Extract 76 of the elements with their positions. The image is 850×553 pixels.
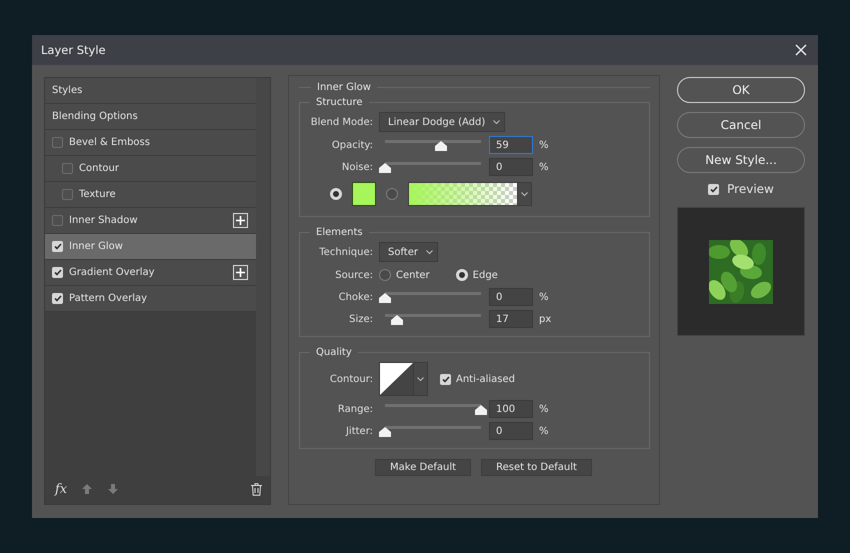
section-title: Quality bbox=[315, 347, 353, 358]
radio-button[interactable] bbox=[379, 269, 391, 281]
blend-mode-dropdown[interactable]: Linear Dodge (Add) bbox=[379, 112, 506, 132]
field-label: Contour: bbox=[328, 374, 373, 384]
field-label: Source: bbox=[334, 270, 373, 280]
close-button[interactable] bbox=[794, 43, 808, 57]
value-field[interactable]: 0 bbox=[489, 158, 533, 176]
gradient-swatch[interactable] bbox=[409, 183, 517, 205]
radio-button[interactable] bbox=[386, 188, 398, 200]
move-up-button[interactable] bbox=[81, 483, 94, 495]
default-button[interactable]: Reset to Default bbox=[481, 459, 592, 476]
style-list-item[interactable]: Styles bbox=[45, 78, 256, 104]
checkbox[interactable] bbox=[62, 163, 73, 174]
style-list-item[interactable]: Pattern Overlay bbox=[45, 286, 256, 312]
add-button[interactable] bbox=[233, 265, 248, 280]
style-list-item[interactable]: Texture bbox=[45, 182, 256, 208]
value-field[interactable]: 0 bbox=[489, 422, 533, 440]
unit-label: % bbox=[539, 404, 549, 414]
unit-label: % bbox=[539, 140, 549, 150]
slider-thumb[interactable] bbox=[475, 405, 487, 415]
slider-thumb[interactable] bbox=[379, 427, 391, 437]
dialog-button[interactable]: New Style... bbox=[677, 147, 805, 173]
trash-icon[interactable] bbox=[251, 482, 262, 496]
slider-label: Size: bbox=[348, 314, 373, 324]
unit-label: % bbox=[539, 426, 549, 436]
add-button[interactable] bbox=[233, 213, 248, 228]
slider-label: Opacity: bbox=[330, 140, 373, 150]
unit-label: % bbox=[539, 162, 549, 172]
slider-thumb[interactable] bbox=[390, 315, 403, 325]
fx-button[interactable]: fx bbox=[55, 482, 68, 496]
style-list-item[interactable]: Bevel & Emboss bbox=[45, 130, 256, 156]
caret-icon bbox=[493, 120, 500, 124]
section-title: Structure bbox=[315, 97, 364, 108]
section-title: Elements bbox=[315, 227, 364, 238]
slider-label: Jitter: bbox=[344, 426, 373, 436]
style-list-item[interactable]: Inner Shadow bbox=[45, 208, 256, 234]
color-swatch[interactable] bbox=[352, 182, 376, 206]
slider-thumb[interactable] bbox=[379, 293, 391, 303]
style-list-item[interactable]: Contour bbox=[45, 156, 256, 182]
anti-aliased-option[interactable]: Anti-aliased bbox=[440, 374, 516, 384]
checkbox[interactable] bbox=[52, 137, 63, 148]
gradient-dropdown[interactable] bbox=[517, 183, 531, 205]
slider-label: Noise: bbox=[340, 162, 373, 172]
technique-dropdown[interactable]: Softer bbox=[379, 242, 438, 262]
preview-option[interactable]: Preview bbox=[677, 182, 805, 196]
scrollbar[interactable] bbox=[256, 78, 270, 476]
value-field[interactable]: 59 bbox=[489, 136, 533, 154]
style-list-item[interactable]: Inner Glow bbox=[45, 234, 256, 260]
gradient-picker[interactable] bbox=[408, 182, 532, 206]
radio-option[interactable]: Center bbox=[379, 269, 430, 281]
default-button[interactable]: Make Default bbox=[375, 459, 472, 476]
style-list-item[interactable]: Blending Options bbox=[45, 104, 256, 130]
caret-icon bbox=[426, 250, 433, 254]
unit-label: px bbox=[539, 314, 552, 324]
move-down-button[interactable] bbox=[107, 483, 120, 495]
contour-picker[interactable] bbox=[379, 362, 428, 396]
value-field[interactable]: 100 bbox=[489, 400, 533, 418]
caret-icon bbox=[417, 376, 424, 382]
group-title: Inner Glow bbox=[316, 82, 372, 93]
style-list-item[interactable]: Gradient Overlay bbox=[45, 260, 256, 286]
dialog-button[interactable]: OK bbox=[677, 77, 805, 103]
checkbox[interactable] bbox=[52, 215, 63, 226]
slider-thumb[interactable] bbox=[379, 163, 391, 173]
slider-thumb[interactable] bbox=[434, 141, 447, 151]
checkbox[interactable] bbox=[62, 189, 73, 200]
slider-label: Choke: bbox=[338, 292, 373, 302]
field-label: Technique: bbox=[318, 246, 373, 258]
dialog-button[interactable]: Cancel bbox=[677, 112, 805, 138]
caret-icon bbox=[521, 192, 528, 196]
unit-label: % bbox=[539, 292, 549, 302]
radio-option[interactable]: Edge bbox=[456, 269, 498, 281]
field-label: Blend Mode: bbox=[310, 116, 373, 128]
value-field[interactable]: 17 bbox=[489, 310, 533, 328]
window-title: Layer Style bbox=[41, 43, 106, 57]
value-field[interactable]: 0 bbox=[489, 288, 533, 306]
slider-label: Range: bbox=[336, 404, 373, 414]
